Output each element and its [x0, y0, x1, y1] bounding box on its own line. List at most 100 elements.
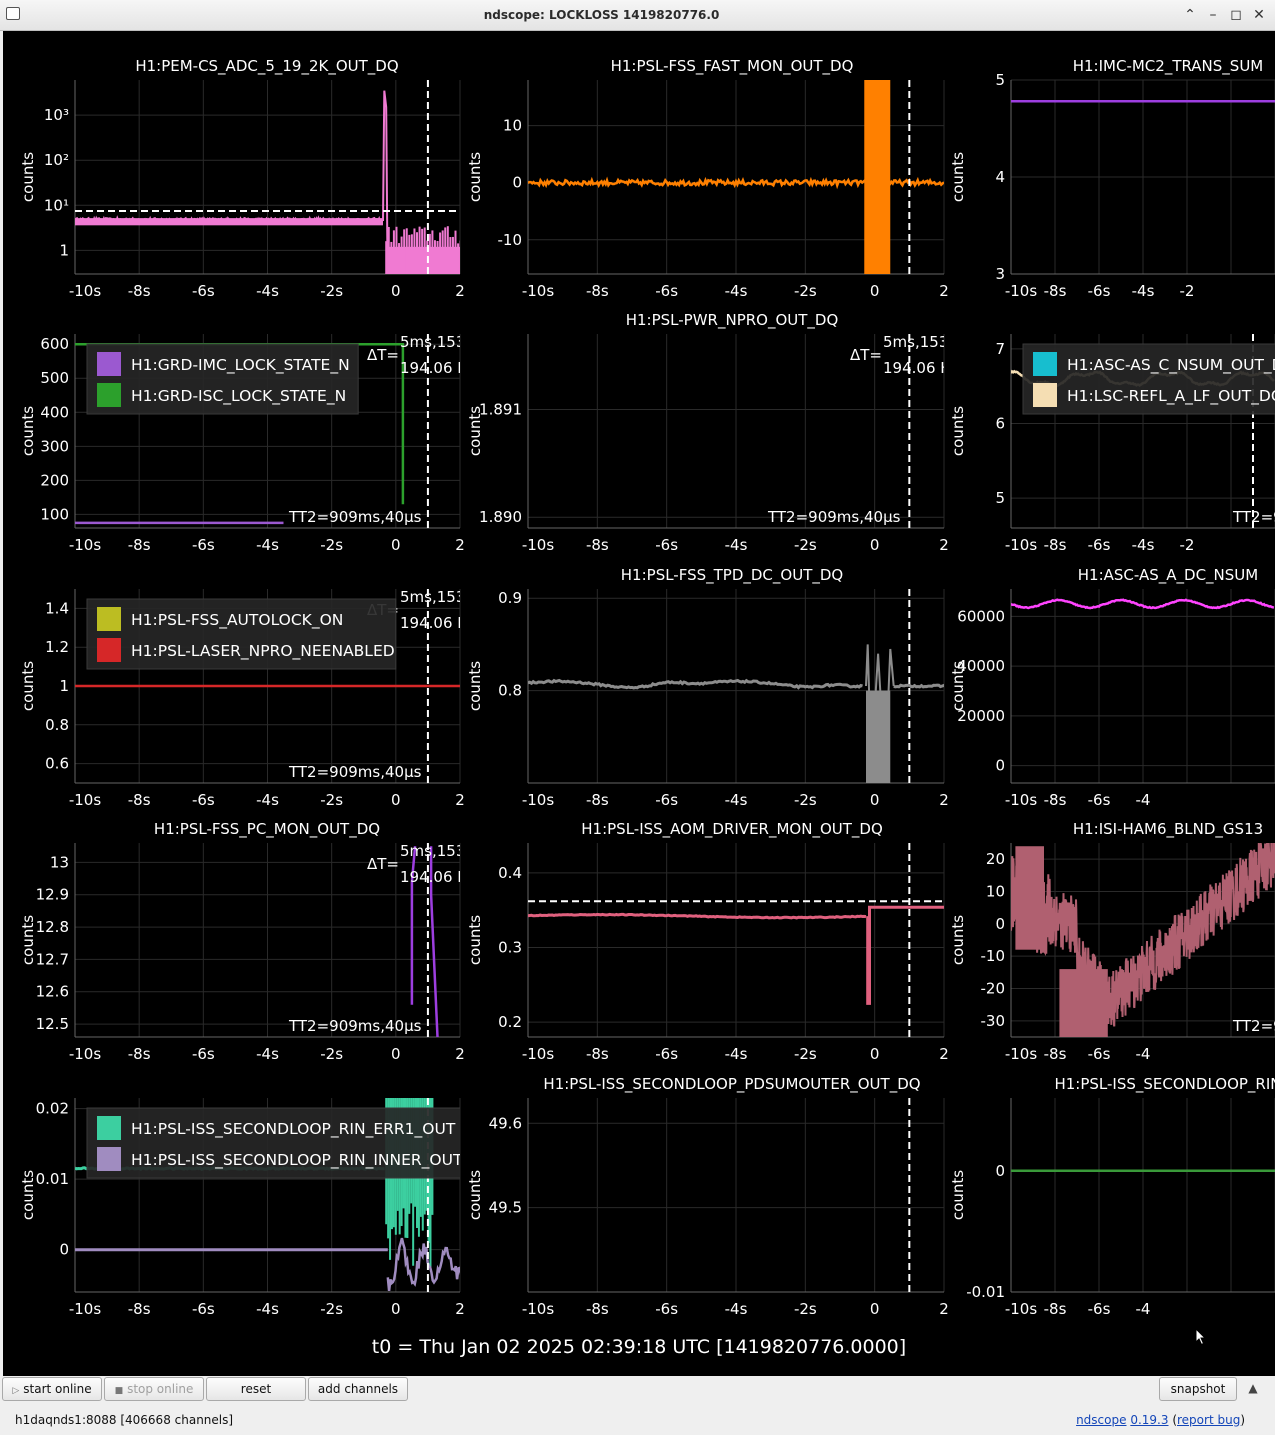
x-tick-label: -6s	[655, 536, 678, 554]
y-tick-label: 0	[995, 915, 1005, 933]
x-tick-label: 0	[391, 1045, 401, 1063]
x-tick-label: -8s	[1044, 536, 1067, 554]
x-tick-label: -10s	[69, 282, 101, 300]
ndscope-link[interactable]: ndscope	[1076, 1413, 1126, 1427]
plot-panel[interactable]: H1:ASC-AS_A_DC_NSUMcounts020000400006000…	[949, 566, 1275, 809]
y-axis-label: counts	[466, 915, 484, 965]
report-bug-link[interactable]: report bug	[1177, 1413, 1240, 1427]
y-tick-label: 4	[995, 168, 1005, 186]
x-tick-label: -8s	[128, 1045, 151, 1063]
legend-swatch	[97, 638, 121, 662]
plot-panel[interactable]: H1:PSL-FSS_TPD_DC_OUT_DQcounts 0.8 0.9 -10s…	[466, 566, 949, 809]
y-axis-label: counts	[949, 406, 967, 456]
snapshot-button[interactable]: snapshot	[1159, 1377, 1237, 1401]
plot-panel[interactable]: H1:PSL-FSS_PC_MON_OUT_DQcounts 12.5 12.6 12…	[19, 820, 469, 1063]
plot-title: H1:IMC-MC2_TRANS_SUM	[1073, 57, 1264, 76]
x-tick-label: -2s	[794, 1300, 817, 1318]
add-channels-button[interactable]: add channels	[308, 1377, 408, 1401]
collapse-up-icon[interactable]: ▲	[1246, 1381, 1260, 1395]
y-tick-label: 0.8	[45, 716, 69, 734]
x-tick-label: 2	[455, 1300, 465, 1318]
x-tick-label: 2	[455, 282, 465, 300]
legend-entry: H1:PSL-ISS_SECONDLOOP_RIN_ERR1_OUT	[131, 1120, 456, 1139]
y-tick-label: 300	[40, 437, 69, 455]
legend-swatch	[97, 383, 121, 407]
close-icon[interactable]: ✕	[1249, 5, 1269, 25]
cursor-dt-value: 5ms,153	[883, 333, 948, 351]
plot-panel[interactable]: H1:IMC-MC2_TRANS_SUMcounts 3 4 5 -10s -8s -6s -…	[949, 57, 1275, 300]
keep-above-icon[interactable]: ⌃	[1180, 5, 1200, 25]
x-tick-label: -8s	[128, 791, 151, 809]
y-tick-label: 3	[995, 265, 1005, 283]
y-tick-label: 49.6	[489, 1114, 522, 1132]
plot-panel[interactable]: counts 0 0.01 0.02 -10s -8s -6s -4s -2s 0 2 H1:PSL-…	[19, 1098, 471, 1318]
plot-panel[interactable]: H1:ISI-HAM6_BLND_GS13counts -30 -20 -10 0 10 2…	[949, 820, 1275, 1063]
plot-title: H1:PSL-ISS_AOM_DRIVER_MON_OUT_DQ	[581, 820, 883, 839]
x-tick-label: -6s	[655, 282, 678, 300]
x-tick-label: -2s	[794, 536, 817, 554]
y-tick-label: 1.891	[479, 400, 522, 418]
y-axis-label: counts	[466, 661, 484, 711]
cursor-freq: 194.06 H	[400, 868, 469, 886]
x-tick-label: -6s	[655, 791, 678, 809]
x-tick-label: -2s	[794, 791, 817, 809]
x-tick-label: -4s	[725, 791, 748, 809]
version-link[interactable]: 0.19.3	[1130, 1413, 1168, 1427]
about-text: ndscope 0.19.3 (report bug)	[1076, 1413, 1245, 1427]
stop-online-button[interactable]: ■ stop online	[104, 1377, 204, 1401]
x-tick-label: -8s	[586, 1300, 609, 1318]
legend-entry: H1:GRD-IMC_LOCK_STATE_N	[131, 356, 350, 375]
y-axis-label: counts	[19, 1170, 37, 1220]
y-tick-label: 10²	[44, 151, 69, 169]
x-tick-label: -2s	[320, 282, 343, 300]
y-tick-label: 0.02	[36, 1100, 69, 1118]
x-tick-label: -4s	[256, 791, 279, 809]
y-axis-label: counts	[19, 915, 37, 965]
x-tick-label: -8s	[1044, 1300, 1067, 1318]
x-tick-label: -10s	[69, 536, 101, 554]
plot-panel[interactable]: H1:PSL-ISS_SECONDLOOP_PDSUMOUTER_OUT_DQc…	[466, 1075, 949, 1318]
plot-title: H1:PSL-ISS_SECONDLOOP_RIN	[1054, 1075, 1275, 1094]
reset-button[interactable]: reset	[206, 1377, 306, 1401]
y-tick-label: 12.5	[36, 1015, 69, 1033]
plot-panel[interactable]: H1:PSL-ISS_SECONDLOOP_RINcounts -0.01 0 -10…	[949, 1075, 1275, 1318]
x-tick-label: 0	[391, 791, 401, 809]
plot-panel[interactable]: H1:PEM-CS_ADC_5_19_2K_OUT_DQcounts 1 10¹ 10…	[19, 57, 465, 300]
x-tick-label: -10s	[1005, 1045, 1037, 1063]
y-tick-label: 1.4	[45, 599, 69, 617]
x-tick-label: -6s	[1088, 282, 1111, 300]
toolbar: ▷ start online ■ stop online reset add cha…	[0, 1376, 1275, 1406]
plot-panel[interactable]: counts 5 6 7 -10s -8s -6s -4s -2 TT2=909ms,40µs H1…	[949, 334, 1275, 554]
t0-label: t0 = Thu Jan 02 2025 02:39:18 UTC [14198…	[371, 1336, 907, 1358]
x-tick-label: 2	[939, 791, 949, 809]
x-tick-label: -2	[1180, 536, 1195, 554]
x-tick-label: -8s	[586, 1045, 609, 1063]
y-tick-label: 1	[59, 241, 69, 259]
plot-panel[interactable]: H1:PSL-PWR_NPRO_OUT_DQcounts1.8901.891-1…	[466, 311, 952, 554]
x-tick-label: -2s	[794, 282, 817, 300]
x-tick-label: -10s	[1005, 791, 1037, 809]
start-online-button[interactable]: ▷ start online	[2, 1377, 102, 1401]
plot-panel[interactable]: H1:PSL-ISS_AOM_DRIVER_MON_OUT_DQcounts 0.…	[466, 820, 951, 1063]
x-tick-label: -2s	[320, 1300, 343, 1318]
plot-panel[interactable]: counts 100 200 300 400 500 600 -10s -8s -6s -4s -2s…	[19, 333, 469, 554]
y-tick-label: 0	[995, 1162, 1005, 1180]
series-line	[893, 683, 944, 689]
plot-panel[interactable]: H1:PSL-FSS_FAST_MON_OUT_DQcounts -10 0 10 -1…	[466, 57, 949, 300]
x-tick-label: 2	[939, 536, 949, 554]
x-tick-label: -6s	[1088, 791, 1111, 809]
x-tick-label: -10s	[1005, 282, 1037, 300]
mouse-cursor-icon	[1195, 1328, 1207, 1346]
x-tick-label: -6s	[192, 1045, 215, 1063]
x-tick-label: -6s	[1088, 1300, 1111, 1318]
y-tick-label: 0.01	[36, 1170, 69, 1188]
plot-title: H1:ISI-HAM6_BLND_GS13	[1073, 820, 1263, 839]
maximize-icon[interactable]: ◻	[1226, 5, 1246, 25]
cursor-t2: TT2=909ms,40µs	[767, 508, 901, 526]
grid	[1010, 79, 1275, 275]
minimize-icon[interactable]: –	[1203, 5, 1223, 25]
cursor-freq: 194.06 H	[400, 614, 469, 632]
plot-grid[interactable]: H1:PEM-CS_ADC_5_19_2K_OUT_DQcounts110¹10…	[3, 31, 1275, 1376]
x-tick-label: -10s	[1005, 1300, 1037, 1318]
plot-panel[interactable]: counts 0.6 0.8 1 1.2 1.4 -10s -8s -6s -4s -2s 0 2 5ms…	[19, 588, 469, 809]
